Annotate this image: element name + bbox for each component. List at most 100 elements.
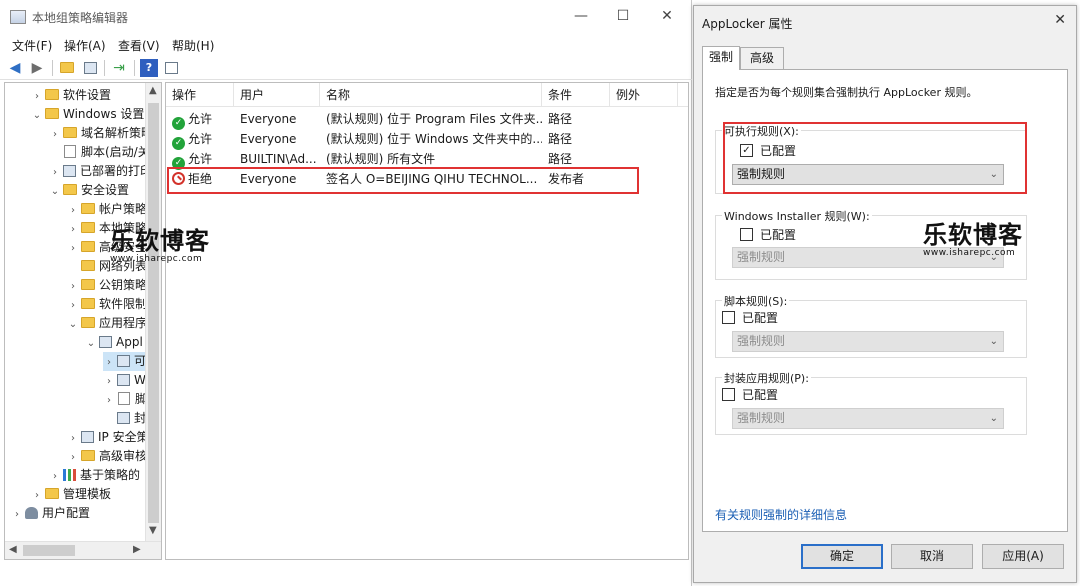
tree-item-name-resolution-policy[interactable]: › 域名解析策略 bbox=[49, 124, 153, 143]
tree-item-deployed-printers[interactable]: › 已部署的打印 bbox=[49, 162, 152, 181]
help-icon[interactable]: ? bbox=[140, 59, 158, 77]
forward-arrow-icon[interactable]: ▶ bbox=[28, 59, 46, 77]
chevron-right-icon[interactable]: › bbox=[49, 163, 61, 182]
column-header-action[interactable]: 操作 bbox=[166, 83, 234, 107]
chevron-right-icon[interactable]: › bbox=[49, 467, 61, 486]
scroll-left-icon[interactable]: ◀ bbox=[9, 544, 17, 555]
chevron-down-icon[interactable]: ⌄ bbox=[67, 315, 79, 334]
tree-item-windows-settings[interactable]: ⌄ Windows 设置 bbox=[31, 105, 145, 125]
chevron-right-icon[interactable]: › bbox=[11, 505, 23, 524]
installer-rules-icon bbox=[117, 374, 130, 386]
chevron-right-icon[interactable]: › bbox=[31, 87, 43, 106]
ok-button[interactable]: 确定 bbox=[801, 544, 883, 569]
tree-item-public-key-policies[interactable]: › 公钥策略 bbox=[67, 276, 147, 295]
tree-item-account-policies[interactable]: › 帐户策略 bbox=[67, 200, 147, 219]
menu-view[interactable]: 查看(V) bbox=[118, 37, 160, 54]
tree-vertical-scrollbar[interactable]: ▲ ▼ bbox=[145, 83, 161, 541]
scroll-up-icon[interactable]: ▲ bbox=[149, 85, 157, 96]
help-link[interactable]: 有关规则强制的详细信息 bbox=[715, 506, 847, 523]
script-icon bbox=[64, 145, 76, 158]
close-button[interactable]: ✕ bbox=[652, 6, 682, 28]
tree-item-policy-based-qos[interactable]: › 基于策略的 bbox=[49, 466, 140, 485]
chevron-down-icon[interactable]: ⌄ bbox=[31, 106, 43, 125]
chevron-right-icon[interactable]: › bbox=[67, 277, 79, 296]
column-header-condition[interactable]: 条件 bbox=[542, 83, 610, 107]
scrollbar-thumb[interactable] bbox=[23, 545, 75, 556]
tab-panel: 指定是否为每个规则集合强制执行 AppLocker 规则。 可执行规则(X): … bbox=[702, 69, 1068, 532]
export-list-icon[interactable]: ⇥ bbox=[110, 59, 128, 77]
apply-button[interactable]: 应用(A) bbox=[982, 544, 1064, 569]
tree-item-script-rules[interactable]: › 脚 bbox=[103, 390, 147, 409]
folder-icon bbox=[45, 108, 59, 119]
tree-item-software-restriction[interactable]: › 软件限制 bbox=[67, 295, 147, 314]
enforcement-mode-select[interactable]: 强制规则 ⌄ bbox=[732, 331, 1004, 352]
chevron-right-icon[interactable]: › bbox=[67, 296, 79, 315]
tree-item-software-settings[interactable]: › 软件设置 bbox=[31, 86, 111, 105]
chevron-right-icon[interactable]: › bbox=[67, 448, 79, 467]
menu-file[interactable]: 文件(F) bbox=[12, 37, 52, 54]
chevron-right-icon[interactable]: › bbox=[31, 486, 43, 505]
title-bar: 本地组策略编辑器 — ☐ ✕ bbox=[0, 0, 692, 34]
chevron-right-icon[interactable]: › bbox=[67, 201, 79, 220]
scroll-right-icon[interactable]: ▶ bbox=[133, 544, 141, 555]
user-config-icon bbox=[25, 507, 38, 519]
cell-name: (默认规则) 所有文件 bbox=[326, 152, 436, 166]
chevron-right-icon[interactable]: › bbox=[103, 353, 115, 372]
tab-enforcement[interactable]: 强制 bbox=[702, 46, 740, 70]
cancel-button[interactable]: 取消 bbox=[891, 544, 973, 569]
chevron-right-icon[interactable]: › bbox=[49, 125, 61, 144]
table-row[interactable]: ✓ 允许 BUILTIN\Ad... (默认规则) 所有文件 路径 bbox=[166, 149, 688, 170]
table-row[interactable]: ✓ 允许 Everyone (默认规则) 位于 Windows 文件夹中的... … bbox=[166, 129, 688, 150]
properties-icon[interactable] bbox=[162, 59, 180, 77]
scroll-down-icon[interactable]: ▼ bbox=[149, 525, 157, 536]
column-header-exceptions[interactable]: 例外 bbox=[610, 83, 678, 107]
printer-icon bbox=[63, 165, 76, 177]
scrollbar-thumb[interactable] bbox=[148, 103, 159, 523]
console-tree[interactable]: › 软件设置 ⌄ Windows 设置 › 域名解析策略 脚本(启动/关 › 已部署的打… bbox=[4, 82, 162, 560]
configured-checkbox[interactable] bbox=[722, 388, 735, 401]
dialog-close-button[interactable]: ✕ bbox=[1054, 12, 1066, 28]
column-header-name[interactable]: 名称 bbox=[320, 83, 542, 107]
menu-help[interactable]: 帮助(H) bbox=[172, 37, 214, 54]
highlight-box bbox=[167, 167, 639, 194]
tree-item-administrative-templates[interactable]: › 管理模板 bbox=[31, 485, 111, 504]
tree-item-applocker[interactable]: ⌄ Appl bbox=[85, 333, 143, 352]
chevron-right-icon[interactable]: › bbox=[103, 391, 115, 410]
tree-item-user-configuration[interactable]: › 用户配置 bbox=[11, 504, 90, 523]
chevron-right-icon[interactable]: › bbox=[67, 220, 79, 239]
folder-icon bbox=[81, 298, 95, 309]
configured-checkbox[interactable] bbox=[722, 311, 735, 324]
rules-list[interactable]: 操作 用户 名称 条件 例外 ✓ 允许 Everyone (默认规则) 位于 Pr… bbox=[165, 82, 689, 560]
folder-lock-icon bbox=[81, 203, 95, 214]
chevron-down-icon[interactable]: ⌄ bbox=[49, 182, 61, 201]
group-script-rules: 脚本规则(S): 已配置 强制规则 ⌄ bbox=[715, 293, 1027, 358]
chevron-right-icon[interactable]: › bbox=[103, 372, 115, 391]
tree-item-application-control[interactable]: ⌄ 应用程序 bbox=[67, 314, 147, 333]
up-folder-icon[interactable] bbox=[58, 59, 76, 77]
column-header-user[interactable]: 用户 bbox=[234, 83, 320, 107]
tree-item-packaged-app-rules[interactable]: 封 bbox=[103, 409, 146, 428]
show-hide-tree-icon[interactable] bbox=[81, 59, 99, 77]
chevron-down-icon[interactable]: ⌄ bbox=[85, 334, 97, 353]
tree-item-ip-security[interactable]: › IP 安全策 bbox=[67, 428, 149, 447]
folder-icon bbox=[63, 184, 77, 195]
tree-item-executable-rules[interactable]: › 可 bbox=[103, 352, 147, 372]
cell-name: (默认规则) 位于 Windows 文件夹中的... bbox=[326, 132, 542, 146]
menu-action[interactable]: 操作(A) bbox=[64, 37, 106, 54]
chevron-right-icon[interactable]: › bbox=[67, 429, 79, 448]
cell-condition: 路径 bbox=[548, 152, 573, 166]
tree-item-security-settings[interactable]: ⌄ 安全设置 bbox=[49, 181, 129, 200]
maximize-button[interactable]: ☐ bbox=[608, 6, 638, 28]
chevron-right-icon[interactable]: › bbox=[67, 239, 79, 258]
minimize-button[interactable]: — bbox=[566, 6, 596, 28]
tree-item-scripts[interactable]: 脚本(启动/关 bbox=[49, 143, 150, 162]
tree-item-advanced-audit[interactable]: › 高级审核 bbox=[67, 447, 147, 466]
highlight-box bbox=[723, 122, 1027, 194]
enforcement-mode-select[interactable]: 强制规则 ⌄ bbox=[732, 408, 1004, 429]
tree-item-windows-installer-rules[interactable]: › W bbox=[103, 371, 146, 390]
tree-horizontal-scrollbar[interactable]: ◀ ▶ bbox=[5, 541, 161, 559]
table-row[interactable]: ✓ 允许 Everyone (默认规则) 位于 Program Files 文件夹… bbox=[166, 109, 688, 130]
configured-checkbox[interactable] bbox=[740, 228, 753, 241]
tab-advanced[interactable]: 高级 bbox=[740, 47, 784, 69]
back-arrow-icon[interactable]: ◀ bbox=[6, 59, 24, 77]
